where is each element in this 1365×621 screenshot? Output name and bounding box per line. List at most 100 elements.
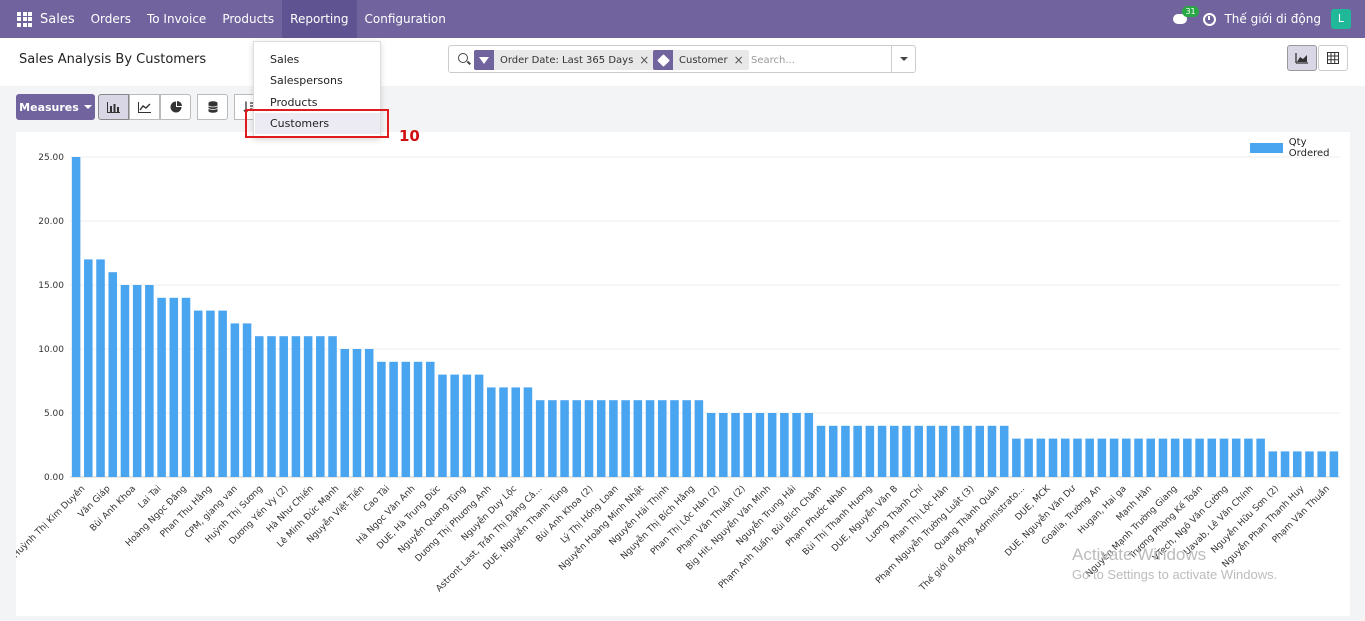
bar[interactable] xyxy=(71,157,81,477)
bar[interactable] xyxy=(450,374,459,477)
bar[interactable] xyxy=(682,400,691,477)
bar[interactable] xyxy=(1024,438,1033,477)
bar[interactable] xyxy=(743,413,753,477)
bar[interactable] xyxy=(340,349,350,477)
bar[interactable] xyxy=(218,310,227,477)
bar[interactable] xyxy=(853,425,862,477)
bar[interactable] xyxy=(1256,438,1265,477)
bar[interactable] xyxy=(816,425,826,477)
bar[interactable] xyxy=(633,400,643,477)
bar[interactable] xyxy=(767,413,777,477)
bar[interactable] xyxy=(914,425,923,477)
bar[interactable] xyxy=(938,425,948,477)
dropdown-item-products[interactable]: Products xyxy=(270,96,318,109)
bar[interactable] xyxy=(1170,438,1180,477)
bar[interactable] xyxy=(523,387,533,477)
bar[interactable] xyxy=(242,323,252,477)
bar[interactable] xyxy=(963,425,972,477)
bar[interactable] xyxy=(804,413,814,477)
bar[interactable] xyxy=(1012,438,1021,477)
bar[interactable] xyxy=(596,400,606,477)
bar[interactable] xyxy=(413,361,423,477)
facet-remove-icon[interactable]: × xyxy=(734,53,749,67)
apps-menu-icon[interactable] xyxy=(17,11,32,27)
bar[interactable] xyxy=(1060,438,1070,477)
bar[interactable] xyxy=(780,413,789,477)
bar[interactable] xyxy=(609,400,618,477)
dropdown-item-salespersons[interactable]: Salespersons xyxy=(270,74,343,87)
menu-orders[interactable]: Orders xyxy=(83,0,139,38)
pie-chart-button[interactable] xyxy=(160,94,191,120)
search-input[interactable] xyxy=(751,50,891,70)
bar[interactable] xyxy=(303,336,313,477)
search-icon[interactable] xyxy=(458,53,468,63)
bar-chart-button[interactable] xyxy=(98,94,129,120)
bar[interactable] xyxy=(706,413,716,477)
menu-products[interactable]: Products xyxy=(214,0,282,38)
graph-view-button[interactable] xyxy=(1287,45,1317,71)
bar[interactable] xyxy=(1158,438,1168,477)
bar[interactable] xyxy=(890,425,899,477)
bar[interactable] xyxy=(755,413,765,477)
app-title[interactable]: Sales xyxy=(40,12,75,27)
bar[interactable] xyxy=(1097,438,1107,477)
bar[interactable] xyxy=(108,272,118,477)
bar[interactable] xyxy=(206,310,215,477)
bar[interactable] xyxy=(548,400,557,477)
bar[interactable] xyxy=(584,400,594,477)
bar[interactable] xyxy=(1219,438,1229,477)
bar[interactable] xyxy=(1292,451,1302,477)
bar[interactable] xyxy=(1317,451,1326,477)
bar[interactable] xyxy=(157,297,166,477)
bar[interactable] xyxy=(401,361,411,477)
activity-clock-icon[interactable] xyxy=(1203,12,1217,26)
company-switcher[interactable]: Thế giới di động xyxy=(1224,12,1321,26)
bar[interactable] xyxy=(438,374,447,477)
bar[interactable] xyxy=(951,425,960,477)
bar[interactable] xyxy=(792,413,801,477)
bar[interactable] xyxy=(169,297,179,477)
bar[interactable] xyxy=(1146,438,1155,477)
stacked-button[interactable] xyxy=(197,94,228,120)
bar[interactable] xyxy=(828,425,838,477)
bar[interactable] xyxy=(316,336,325,477)
bar[interactable] xyxy=(1231,438,1241,477)
bar[interactable] xyxy=(487,387,496,477)
bar[interactable] xyxy=(645,400,655,477)
bar[interactable] xyxy=(1109,438,1119,477)
bar[interactable] xyxy=(572,400,582,477)
bar[interactable] xyxy=(291,336,301,477)
chat-icon[interactable]: 31 xyxy=(1173,6,1199,26)
bar[interactable] xyxy=(1280,451,1290,477)
bar[interactable] xyxy=(877,425,887,477)
bar[interactable] xyxy=(1268,451,1278,477)
bar[interactable] xyxy=(499,387,508,477)
menu-to-invoice[interactable]: To Invoice xyxy=(139,0,214,38)
bar[interactable] xyxy=(364,349,374,477)
bar[interactable] xyxy=(389,361,398,477)
bar[interactable] xyxy=(1195,438,1204,477)
bar[interactable] xyxy=(132,285,142,477)
bar[interactable] xyxy=(1244,438,1253,477)
bar[interactable] xyxy=(279,336,288,477)
bar[interactable] xyxy=(1134,438,1143,477)
bar[interactable] xyxy=(1305,451,1314,477)
bar[interactable] xyxy=(230,323,240,477)
pivot-view-button[interactable] xyxy=(1318,45,1348,71)
bar[interactable] xyxy=(193,310,203,477)
menu-configuration[interactable]: Configuration xyxy=(357,0,454,38)
dropdown-item-sales[interactable]: Sales xyxy=(270,53,299,66)
bar[interactable] xyxy=(657,400,667,477)
bar[interactable] xyxy=(84,259,93,477)
bar[interactable] xyxy=(120,285,130,477)
menu-reporting[interactable]: Reporting xyxy=(282,0,357,38)
bar[interactable] xyxy=(352,349,362,477)
bar[interactable] xyxy=(1085,438,1094,477)
bar[interactable] xyxy=(511,387,520,477)
bar[interactable] xyxy=(841,425,850,477)
bar[interactable] xyxy=(694,400,704,477)
bar[interactable] xyxy=(999,425,1009,477)
bar[interactable] xyxy=(902,425,911,477)
bar[interactable] xyxy=(96,259,105,477)
bar[interactable] xyxy=(462,374,472,477)
